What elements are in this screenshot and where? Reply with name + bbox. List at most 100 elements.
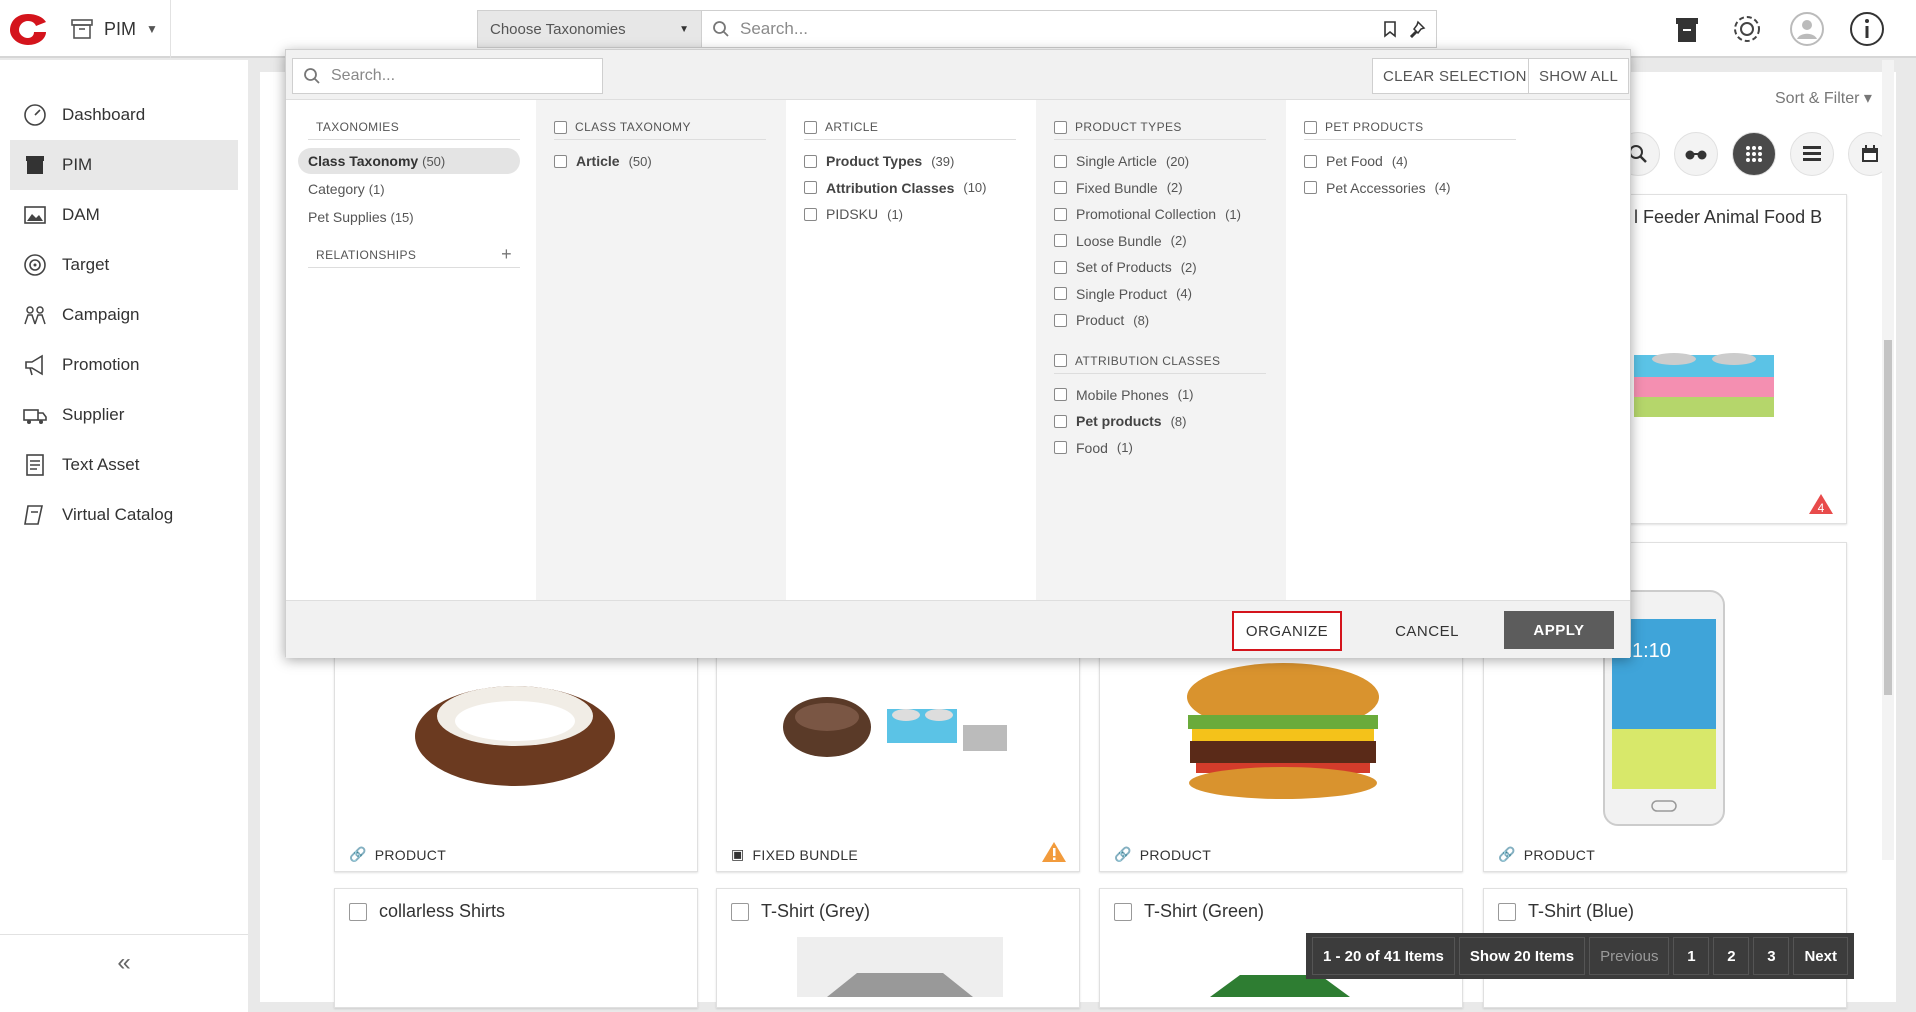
facet-checkbox[interactable] — [1054, 414, 1067, 428]
user-icon[interactable] — [1788, 10, 1826, 48]
facet-group-checkbox[interactable] — [804, 120, 817, 134]
sidebar-item-dam[interactable]: DAM — [10, 190, 238, 240]
popup-search-input[interactable]: Search... — [331, 67, 395, 85]
facet-group-checkbox[interactable] — [1054, 120, 1067, 134]
gear-icon[interactable] — [1728, 10, 1766, 48]
next-page-button[interactable]: Next — [1793, 937, 1848, 975]
facet-checkbox[interactable] — [1054, 260, 1067, 274]
previous-page-button[interactable]: Previous — [1589, 937, 1670, 975]
burger-image — [1187, 663, 1379, 799]
taxonomy-item[interactable]: Pet Supplies (15) — [298, 204, 520, 230]
facet-checkbox[interactable] — [804, 207, 817, 221]
bookmark-icon[interactable] — [1382, 20, 1398, 38]
sidebar-item-dashboard[interactable]: Dashboard — [10, 90, 238, 140]
glasses-icon[interactable] — [1674, 132, 1718, 176]
taxonomy-item[interactable]: Category (1) — [298, 176, 520, 202]
facet-option[interactable]: Single Article (20) — [1054, 148, 1276, 175]
facet-option[interactable]: Promotional Collection (1) — [1054, 201, 1276, 228]
cancel-button[interactable]: CANCEL — [1372, 611, 1482, 651]
facet-checkbox[interactable] — [554, 154, 567, 168]
image-icon — [24, 206, 46, 224]
show-all-button[interactable]: SHOW ALL — [1528, 58, 1630, 94]
sidebar-item-pim[interactable]: PIM — [10, 140, 238, 190]
facet-checkbox[interactable] — [1054, 287, 1067, 301]
sidebar-item-campaign[interactable]: Campaign — [10, 290, 238, 340]
sidebar-item-text-asset[interactable]: Text Asset — [10, 440, 238, 490]
facet-option[interactable]: Pet products (8) — [1054, 408, 1276, 435]
facet-checkbox[interactable] — [1304, 154, 1317, 168]
facet-option[interactable]: Set of Products (2) — [1054, 254, 1276, 281]
catalog-book-icon — [24, 505, 43, 525]
catalog-icon[interactable] — [1668, 10, 1706, 48]
search-input[interactable]: Search... — [740, 19, 1372, 39]
facet-option[interactable]: PIDSKU (1) — [804, 201, 1026, 228]
product-card[interactable]: 🔗 PRODUCT — [334, 640, 698, 872]
sidebar-item-virtual-catalog[interactable]: Virtual Catalog — [10, 490, 238, 540]
organize-button[interactable]: ORGANIZE — [1232, 611, 1342, 651]
add-icon[interactable]: + — [501, 245, 512, 263]
facet-checkbox[interactable] — [804, 181, 817, 195]
collapse-sidebar-button[interactable]: « — [0, 934, 248, 990]
facet-checkbox[interactable] — [1054, 313, 1067, 327]
product-card[interactable]: T-Shirt (Grey) — [716, 888, 1080, 1008]
card-checkbox[interactable] — [731, 902, 749, 921]
facet-group-checkbox[interactable] — [554, 120, 567, 134]
facet-option[interactable]: Pet Food (4) — [1304, 148, 1526, 175]
facet-checkbox[interactable] — [1054, 207, 1067, 221]
product-card[interactable]: ▣ FIXED BUNDLE — [716, 640, 1080, 872]
page-1-button[interactable]: 1 — [1673, 937, 1710, 975]
grid-view-icon[interactable] — [1732, 132, 1776, 176]
card-checkbox[interactable] — [349, 902, 367, 921]
facet-group-checkbox[interactable] — [1054, 354, 1067, 367]
dashboard-icon — [24, 104, 46, 126]
facet-checkbox[interactable] — [1054, 441, 1067, 455]
taxonomy-item[interactable]: Class Taxonomy (50) — [298, 148, 520, 174]
caret-down-icon: ▼ — [679, 23, 689, 35]
clear-selection-button[interactable]: CLEAR SELECTION — [1372, 58, 1538, 94]
global-search[interactable]: Search... — [701, 10, 1437, 48]
page-size-button[interactable]: Show 20 Items — [1458, 937, 1586, 975]
card-title: collarless Shirts — [349, 901, 505, 922]
facet-option[interactable]: Article (50) — [554, 148, 776, 175]
module-switcher[interactable]: PIM ▼ — [70, 14, 158, 44]
sidebar-item-supplier[interactable]: Supplier — [10, 390, 238, 440]
pin-icon[interactable] — [1408, 20, 1426, 38]
facet-option[interactable]: Fixed Bundle (2) — [1054, 175, 1276, 202]
facet-option[interactable]: Attribution Classes (10) — [804, 175, 1026, 202]
product-card[interactable]: collarless Shirts — [334, 888, 698, 1008]
page-2-button[interactable]: 2 — [1713, 937, 1750, 975]
facet-checkbox[interactable] — [804, 154, 817, 168]
chevron-down-icon: ▼ — [146, 22, 158, 36]
facet-option[interactable]: Single Product (4) — [1054, 281, 1276, 308]
info-icon[interactable] — [1848, 10, 1886, 48]
facet-option[interactable]: Mobile Phones (1) — [1054, 382, 1276, 409]
page-3-button[interactable]: 3 — [1753, 937, 1790, 975]
scrollbar[interactable] — [1882, 60, 1894, 860]
sort-filter-button[interactable]: Sort & Filter ▾ — [1775, 88, 1872, 108]
sidebar-item-promotion[interactable]: Promotion — [10, 340, 238, 390]
scrollbar-thumb[interactable] — [1884, 340, 1892, 695]
facet-option[interactable]: Pet Accessories (4) — [1304, 175, 1526, 202]
list-view-icon[interactable] — [1790, 132, 1834, 176]
link-icon: 🔗 — [349, 846, 367, 862]
facet-checkbox[interactable] — [1054, 181, 1067, 195]
popup-search[interactable]: Search... — [292, 58, 603, 94]
search-icon — [713, 21, 729, 37]
facet-option[interactable]: Loose Bundle (2) — [1054, 228, 1276, 255]
sidebar-item-target[interactable]: Target — [10, 240, 238, 290]
facet-checkbox[interactable] — [1054, 234, 1067, 248]
facet-option[interactable]: Product (8) — [1054, 307, 1276, 334]
apply-button[interactable]: APPLY — [1504, 611, 1614, 649]
taxonomy-select[interactable]: Choose Taxonomies ▼ — [477, 10, 702, 48]
product-card[interactable]: 🔗 PRODUCT — [1099, 640, 1463, 872]
facet-checkbox[interactable] — [1054, 154, 1067, 168]
sidebar-item-label: Promotion — [62, 355, 140, 374]
facet-option[interactable]: Product Types (39) — [804, 148, 1026, 175]
facet-group-checkbox[interactable] — [1304, 120, 1317, 134]
brand-logo[interactable] — [6, 10, 50, 50]
card-checkbox[interactable] — [1114, 902, 1132, 921]
facet-checkbox[interactable] — [1304, 181, 1317, 195]
facet-option[interactable]: Food (1) — [1054, 435, 1276, 462]
card-checkbox[interactable] — [1498, 902, 1516, 921]
facet-checkbox[interactable] — [1054, 388, 1067, 402]
